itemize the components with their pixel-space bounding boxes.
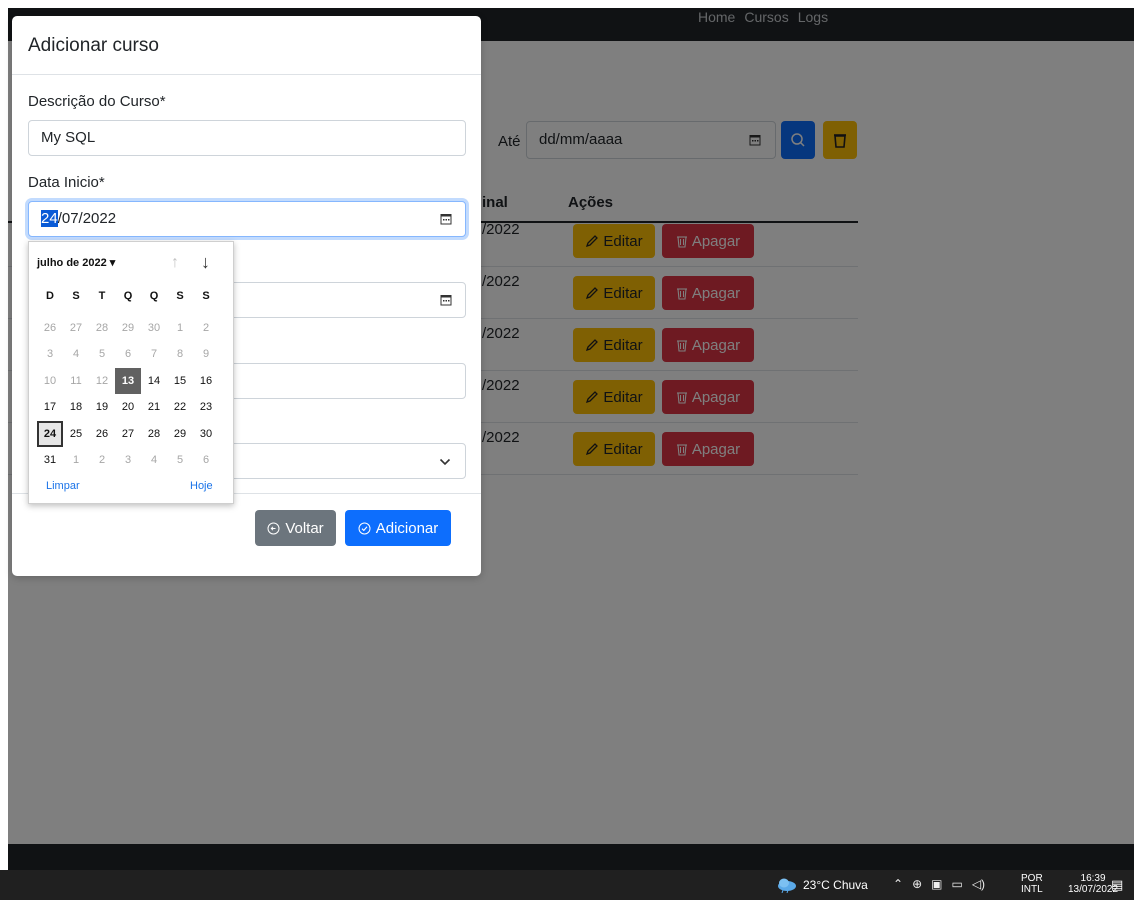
description-input[interactable]: My SQL [28,120,466,156]
add-button-label: Adicionar [375,519,439,537]
description-value: My SQL [41,129,96,146]
weekday-header: S [202,290,210,302]
calendar-day[interactable]: 27 [63,315,89,342]
system-tray: ⌃ ⊕ ▣ ▭ ◁) [893,877,985,891]
modal-title: Adicionar curso [28,35,159,56]
calendar-icon[interactable] [440,294,452,306]
calendar-day[interactable]: 1 [167,315,193,342]
calendar-day[interactable]: 20 [115,394,141,421]
start-date-rest: /07/2022 [57,210,117,227]
calendar-day[interactable]: 22 [167,394,193,421]
calendar-day[interactable]: 16 [193,368,219,395]
calendar-day[interactable]: 7 [141,341,167,368]
calendar-day[interactable]: 25 [63,421,89,448]
language-code: POR [1021,873,1043,884]
weather-widget[interactable]: 23°C Chuva [776,877,868,893]
modal-header: Adicionar curso [12,16,481,75]
calendar-grid: D S T Q Q S S 26 27 28 29 30 1 2 3 4 5 6 7 8 9 10 11 12 13 14 15 16… [37,288,219,474]
weekday-header: S [72,290,80,302]
weekday-header: T [98,290,106,302]
os-taskbar: 23°C Chuva ⌃ ⊕ ▣ ▭ ◁) POR INTL 16:39 13/… [0,870,1134,900]
calendar-day[interactable]: 26 [89,421,115,448]
next-month-arrow-icon[interactable]: ↓ [201,252,210,273]
input-language-indicator[interactable]: POR INTL [1021,873,1043,895]
calendar-day[interactable]: 10 [37,368,63,395]
calendar-day[interactable]: 4 [63,341,89,368]
month-year-selector[interactable]: julho de 2022 ▾ [37,256,115,269]
calendar-day[interactable]: 30 [141,315,167,342]
start-date-day-segment[interactable]: 24 [41,210,58,227]
calendar-day[interactable]: 27 [115,421,141,448]
calendar-day[interactable]: 2 [193,315,219,342]
calendar-day[interactable]: 18 [63,394,89,421]
chevron-down-icon [439,458,451,466]
app-tray-icon[interactable]: ▣ [931,877,942,891]
calendar-day[interactable]: 19 [89,394,115,421]
weekday-header: S [176,290,184,302]
weekday-header: D [46,290,54,302]
calendar-day[interactable]: 26 [37,315,63,342]
keyboard-layout: INTL [1021,884,1043,895]
back-button-label: Voltar [285,519,324,537]
calendar-day[interactable]: 24 [37,420,63,447]
previous-month-arrow-icon[interactable]: ↑ [171,254,179,272]
calendar-day[interactable]: 17 [37,394,63,421]
weekday-header: Q [123,290,133,302]
datepicker-popup: julho de 2022 ▾ ↑ ↓ D S T Q Q S S 26 27 28 29 30 1 2 3… [28,241,234,504]
calendar-day[interactable]: 12 [89,368,115,395]
calendar-day[interactable]: 11 [63,368,89,395]
calendar-day[interactable]: 13 [115,367,141,394]
speaker-icon[interactable]: ◁) [972,877,985,891]
calendar-day[interactable]: 21 [141,394,167,421]
calendar-day[interactable]: 29 [167,421,193,448]
weather-cloud-icon [778,878,796,893]
notifications-icon[interactable]: ▤ [1111,877,1123,893]
calendar-day[interactable]: 5 [89,341,115,368]
calendar-day[interactable]: 6 [115,341,141,368]
calendar-day[interactable]: 4 [141,447,167,474]
calendar-day[interactable]: 3 [115,447,141,474]
add-button[interactable]: Adicionar [345,510,451,546]
check-circle-icon [358,522,371,534]
weather-text: 23°C Chuva [803,878,868,892]
clear-date-link[interactable]: Limpar [46,480,80,492]
calendar-day[interactable]: 6 [193,447,219,474]
calendar-icon[interactable] [440,213,452,225]
calendar-day[interactable]: 14 [141,368,167,395]
today-link[interactable]: Hoje [190,480,213,492]
calendar-day[interactable]: 8 [167,341,193,368]
calendar-day[interactable]: 23 [193,394,219,421]
calendar-day[interactable]: 29 [115,315,141,342]
weekday-header: Q [149,290,159,302]
arrow-left-circle-icon [267,522,280,534]
display-icon[interactable]: ▭ [951,877,962,891]
chevron-up-icon[interactable]: ⌃ [893,877,903,891]
calendar-day[interactable]: 9 [193,341,219,368]
calendar-day[interactable]: 1 [63,447,89,474]
calendar-day[interactable]: 15 [167,368,193,395]
calendar-day[interactable]: 3 [37,341,63,368]
calendar-day[interactable]: 31 [37,447,63,474]
back-button[interactable]: Voltar [255,510,336,546]
calendar-day[interactable]: 28 [89,315,115,342]
calendar-day[interactable]: 30 [193,421,219,448]
start-date-input[interactable]: 24/07/2022 [28,201,466,237]
network-icon[interactable]: ⊕ [912,877,922,891]
calendar-day[interactable]: 28 [141,421,167,448]
calendar-day[interactable]: 5 [167,447,193,474]
calendar-day[interactable]: 2 [89,447,115,474]
description-label: Descrição do Curso* [28,93,166,110]
start-date-label: Data Inicio* [28,174,105,191]
